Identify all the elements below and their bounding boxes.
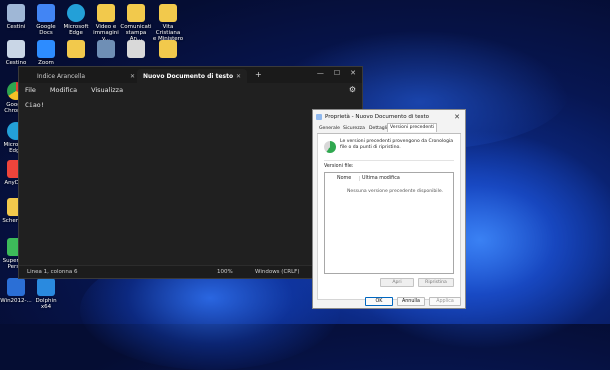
- tab-label: Nuovo Documento di testo: [143, 72, 234, 80]
- desktop-icon[interactable]: Google Docs: [30, 4, 62, 36]
- properties-dialog: Proprietà - Nuovo Documento di testo ✕ G…: [312, 109, 466, 309]
- dialog-tabs: Generale Sicurezza Dettagli Versioni pre…: [317, 123, 461, 134]
- editor-text[interactable]: Ciao!: [25, 101, 45, 109]
- desktop-icon[interactable]: Win2012-...: [0, 278, 32, 304]
- open-button[interactable]: Apri: [380, 278, 414, 287]
- status-bar: Linea 1, colonna 6 100% Windows (CRLF): [19, 265, 362, 278]
- window-controls: — ☐ ✕: [317, 69, 356, 77]
- close-icon[interactable]: ✕: [454, 113, 460, 121]
- app-icon: [7, 278, 25, 296]
- versions-list[interactable]: Nome Ultima modifica Nessuna versione pr…: [324, 172, 454, 274]
- edge-icon: [67, 4, 85, 22]
- app-icon: [127, 40, 145, 58]
- desktop-icon[interactable]: [90, 40, 122, 58]
- line-ending: Windows (CRLF): [255, 269, 300, 275]
- dialog-titlebar: Proprietà - Nuovo Documento di testo ✕: [313, 110, 465, 124]
- menu-visualizza[interactable]: Visualizza: [91, 86, 123, 94]
- desktop-icon[interactable]: Microsoft Edge: [60, 4, 92, 36]
- app-icon: [97, 40, 115, 58]
- file-history-icon: [324, 141, 336, 153]
- gear-icon[interactable]: ⚙: [349, 85, 356, 94]
- info-text: Le versioni precedenti provengono da Cro…: [340, 139, 454, 150]
- folder-icon: [159, 40, 177, 58]
- recycle-bin-icon: [7, 40, 25, 58]
- desktop-icon[interactable]: [60, 40, 92, 58]
- folder-icon: [127, 4, 145, 22]
- restore-button[interactable]: Ripristina: [418, 278, 454, 287]
- cursor-position: Linea 1, colonna 6: [27, 269, 78, 275]
- column-ultima-modifica[interactable]: Ultima modifica: [359, 176, 400, 181]
- desktop-icon[interactable]: Cestino: [0, 40, 32, 66]
- tab-generale[interactable]: Generale: [317, 125, 342, 132]
- close-icon[interactable]: ✕: [130, 73, 135, 80]
- desktop-icon[interactable]: Vita Cristiana e Ministero: [152, 4, 184, 42]
- column-nome[interactable]: Nome: [337, 176, 351, 181]
- menu-file[interactable]: File: [25, 86, 36, 94]
- trash-icon: [7, 4, 25, 22]
- versions-label: Versioni file:: [324, 164, 354, 169]
- dialog-title: Proprietà - Nuovo Documento di testo: [325, 114, 430, 120]
- tab-versioni-precedenti[interactable]: Versioni precedenti: [387, 123, 438, 132]
- close-icon[interactable]: ✕: [236, 73, 241, 80]
- menu-bar: File Modifica Visualizza ⚙: [19, 83, 362, 97]
- minimize-icon[interactable]: —: [317, 69, 324, 77]
- folder-icon: [97, 4, 115, 22]
- divider: [324, 160, 454, 161]
- ok-button[interactable]: OK: [365, 297, 393, 306]
- dolphin-icon: [37, 278, 55, 296]
- desktop-icon[interactable]: [120, 40, 152, 58]
- desktop-icon[interactable]: [152, 40, 184, 58]
- versions-panel: Le versioni precedenti provengono da Cro…: [317, 134, 461, 300]
- tab-nuovo-documento[interactable]: Nuovo Documento di testo ✕: [137, 69, 247, 83]
- desktop-icon[interactable]: Comunicati stampa An...: [120, 4, 152, 42]
- menu-modifica[interactable]: Modifica: [50, 86, 77, 94]
- file-icon: [316, 114, 322, 120]
- desktop-icon[interactable]: Dolphin x64: [30, 278, 62, 310]
- zoom-icon: [37, 40, 55, 58]
- tab-bar: Indice Arancella ✕ Nuovo Documento di te…: [19, 67, 362, 83]
- maximize-icon[interactable]: ☐: [334, 69, 340, 77]
- folder-icon: [159, 4, 177, 22]
- zoom-level: 100%: [217, 269, 233, 275]
- close-icon[interactable]: ✕: [350, 69, 356, 77]
- new-tab-icon[interactable]: +: [255, 70, 262, 79]
- tab-sicurezza[interactable]: Sicurezza: [341, 125, 367, 132]
- folder-icon: [67, 40, 85, 58]
- empty-message: Nessuna versione precedente disponibile.: [347, 189, 444, 194]
- tab-dettagli[interactable]: Dettagli: [367, 125, 389, 132]
- desktop-icon[interactable]: Zoom: [30, 40, 62, 66]
- google-docs-icon: [37, 4, 55, 22]
- tab-label: Indice Arancella: [37, 72, 85, 80]
- cancel-button[interactable]: Annulla: [397, 297, 425, 306]
- desktop-icon[interactable]: Video e immagini v...: [90, 4, 122, 42]
- desktop-icon[interactable]: Cestini: [0, 4, 32, 30]
- tab-indice-arancella[interactable]: Indice Arancella ✕: [31, 69, 141, 83]
- apply-button[interactable]: Applica: [429, 297, 461, 306]
